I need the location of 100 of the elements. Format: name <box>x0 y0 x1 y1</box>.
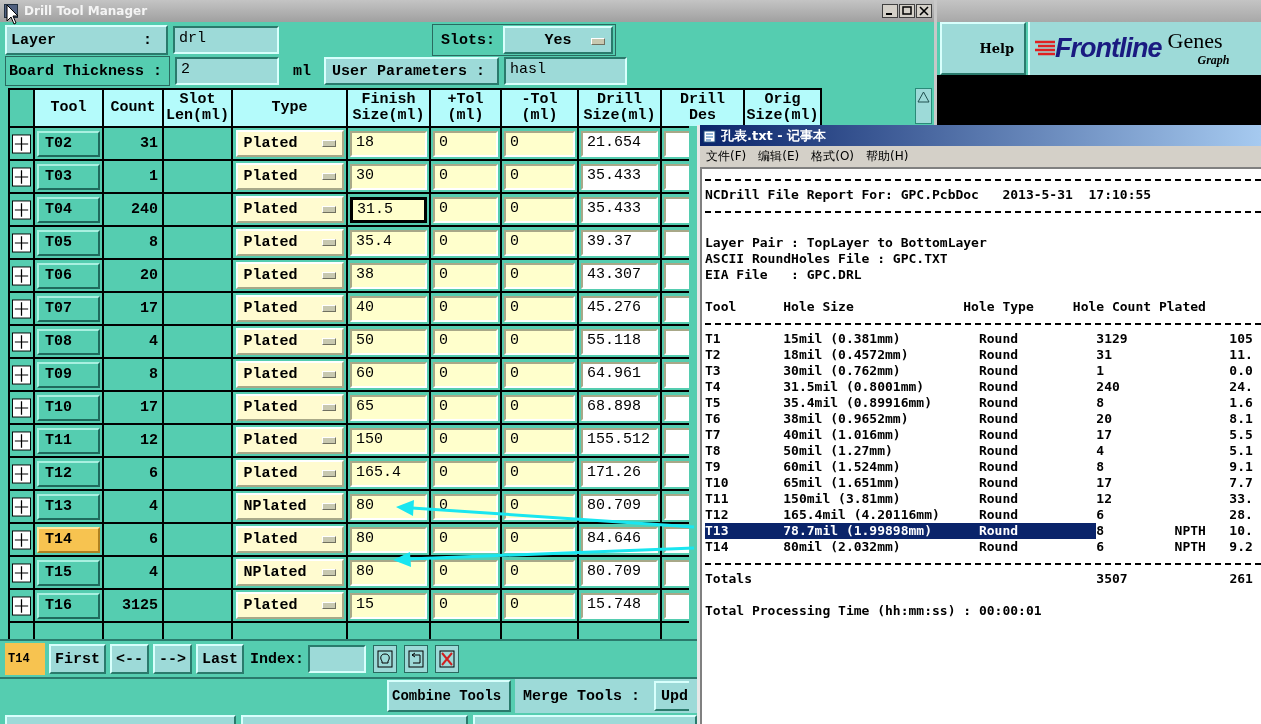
minus-tol-field[interactable]: 0 <box>504 130 575 157</box>
type-dropdown[interactable]: Plated <box>235 427 344 454</box>
user-parameters-field[interactable]: hasl <box>504 57 627 85</box>
plus-icon[interactable] <box>12 298 31 319</box>
tool-button[interactable]: T09 <box>37 361 100 388</box>
minus-tol-field[interactable]: 0 <box>504 295 575 322</box>
finish-size-field[interactable]: 31.5 <box>350 196 427 223</box>
finish-size-field[interactable]: 80 <box>350 559 427 586</box>
plus-icon[interactable] <box>12 595 31 616</box>
plus-icon[interactable] <box>12 199 31 220</box>
plus-tol-field[interactable]: 0 <box>433 262 498 289</box>
finish-size-field[interactable]: 38 <box>350 262 427 289</box>
layer-button[interactable]: Layer : <box>5 25 168 55</box>
minus-tol-field[interactable]: 0 <box>504 592 575 619</box>
minus-tol-field[interactable]: 0 <box>504 394 575 421</box>
tool-button[interactable]: T12 <box>37 460 100 487</box>
plus-icon[interactable] <box>12 496 31 517</box>
index-field[interactable] <box>308 645 367 673</box>
plus-tol-field[interactable]: 0 <box>433 130 498 157</box>
slots-dropdown[interactable]: Yes <box>503 26 613 54</box>
help-button[interactable]: Help <box>940 22 1026 75</box>
minus-tol-field[interactable]: 0 <box>504 229 575 256</box>
tool-button[interactable]: T06 <box>37 262 100 289</box>
finish-size-field[interactable]: 165.4 <box>350 460 427 487</box>
type-dropdown[interactable]: Plated <box>235 592 344 619</box>
finish-size-field[interactable]: 80 <box>350 493 427 520</box>
menu-item[interactable]: 文件(F) <box>706 148 747 165</box>
minus-tol-field[interactable]: 0 <box>504 361 575 388</box>
user-parameters-button[interactable]: User Parameters : <box>324 57 499 85</box>
minus-tol-field[interactable]: 0 <box>504 559 575 586</box>
minus-tol-field[interactable]: 0 <box>504 262 575 289</box>
finish-size-field[interactable]: 35.4 <box>350 229 427 256</box>
finish-size-field[interactable]: 40 <box>350 295 427 322</box>
layer-field[interactable]: drl <box>173 26 279 54</box>
tool-button[interactable]: T11 <box>37 427 100 454</box>
drill-size-field[interactable]: 155.512 <box>581 427 658 454</box>
type-dropdown[interactable]: Plated <box>235 526 344 553</box>
tool-button[interactable]: T05 <box>37 229 100 256</box>
tool-button[interactable]: T08 <box>37 328 100 355</box>
plus-tol-field[interactable]: 0 <box>433 394 498 421</box>
plus-tol-field[interactable]: 0 <box>433 229 498 256</box>
drill-size-field[interactable]: 15.748 <box>581 592 658 619</box>
drill-size-field[interactable]: 35.433 <box>581 196 658 223</box>
maximize-button[interactable] <box>899 4 915 18</box>
drill-size-field[interactable]: 171.26 <box>581 460 658 487</box>
type-dropdown[interactable]: Plated <box>235 262 344 289</box>
drill-size-field[interactable]: 45.276 <box>581 295 658 322</box>
tool-button[interactable]: T13 <box>37 493 100 520</box>
drill-size-field[interactable]: 55.118 <box>581 328 658 355</box>
type-dropdown[interactable]: Plated <box>235 328 344 355</box>
drill-size-field[interactable]: 64.961 <box>581 361 658 388</box>
tool-button[interactable]: T03 <box>37 163 100 190</box>
update-button[interactable]: Upd <box>654 681 690 711</box>
finish-size-field[interactable]: 50 <box>350 328 427 355</box>
navigation-button[interactable]: First <box>49 644 106 674</box>
tool-button[interactable]: T07 <box>37 295 100 322</box>
undo-icon[interactable] <box>404 645 429 673</box>
scroll-up-button[interactable] <box>915 88 932 124</box>
type-dropdown[interactable]: Plated <box>235 229 344 256</box>
drill-size-field[interactable]: 35.433 <box>581 163 658 190</box>
tool-button[interactable]: T15 <box>37 559 100 586</box>
tool-button[interactable]: T16 <box>37 592 100 619</box>
plus-icon[interactable] <box>12 166 31 187</box>
finish-size-field[interactable]: 30 <box>350 163 427 190</box>
plus-icon[interactable] <box>12 331 31 352</box>
drill-size-field[interactable]: 68.898 <box>581 394 658 421</box>
minus-tol-field[interactable]: 0 <box>504 328 575 355</box>
plus-icon[interactable] <box>12 430 31 451</box>
finish-size-field[interactable]: 65 <box>350 394 427 421</box>
drill-size-field[interactable]: 21.654 <box>581 130 658 157</box>
type-dropdown[interactable]: NPlated <box>235 493 344 520</box>
plus-icon[interactable] <box>12 463 31 484</box>
drill-size-field[interactable]: 84.646 <box>581 526 658 553</box>
finish-size-field[interactable]: 60 <box>350 361 427 388</box>
type-dropdown[interactable]: NPlated <box>235 559 344 586</box>
type-dropdown[interactable]: Plated <box>235 361 344 388</box>
board-thickness-field[interactable]: 2 <box>175 57 279 85</box>
plus-icon[interactable] <box>12 364 31 385</box>
menu-item[interactable]: 格式(O) <box>811 148 855 165</box>
menu-item[interactable]: 编辑(E) <box>758 148 800 165</box>
plus-tol-field[interactable]: 0 <box>433 196 498 223</box>
plus-tol-field[interactable]: 0 <box>433 361 498 388</box>
combine-tools-button[interactable]: Combine Tools <box>387 680 511 712</box>
plus-tol-field[interactable]: 0 <box>433 163 498 190</box>
plus-icon[interactable] <box>12 232 31 253</box>
plus-tol-field[interactable]: 0 <box>433 559 498 586</box>
bulb-icon[interactable] <box>373 645 398 673</box>
minus-tol-field[interactable]: 0 <box>504 196 575 223</box>
finish-size-field[interactable]: 80 <box>350 526 427 553</box>
drill-size-field[interactable]: 80.709 <box>581 493 658 520</box>
plus-tol-field[interactable]: 0 <box>433 328 498 355</box>
type-dropdown[interactable]: Plated <box>235 394 344 421</box>
plus-tol-field[interactable]: 0 <box>433 460 498 487</box>
close-button[interactable] <box>916 4 932 18</box>
finish-size-field[interactable]: 150 <box>350 427 427 454</box>
plus-tol-field[interactable]: 0 <box>433 295 498 322</box>
type-dropdown[interactable]: Plated <box>235 196 344 223</box>
tool-button[interactable]: T14 <box>37 526 100 553</box>
tool-button[interactable]: T10 <box>37 394 100 421</box>
plus-tol-field[interactable]: 0 <box>433 427 498 454</box>
